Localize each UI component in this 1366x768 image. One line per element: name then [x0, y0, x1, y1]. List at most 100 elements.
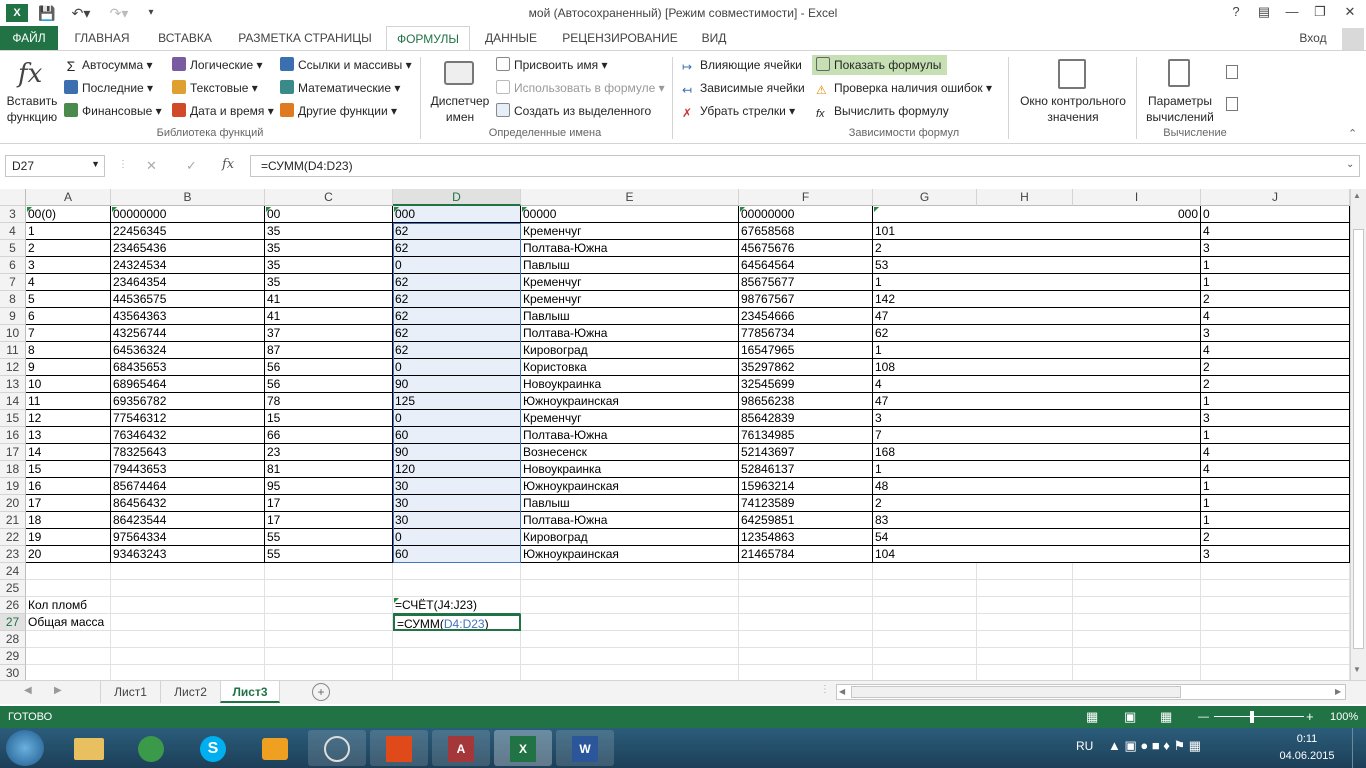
cell-b8[interactable]: 44536575 [111, 291, 265, 308]
cell-h30[interactable] [977, 665, 1073, 680]
ribbon-display-options-icon[interactable]: ▤ [1250, 2, 1278, 22]
cell-i8[interactable] [1073, 291, 1201, 308]
scroll-sheets-left-icon[interactable]: ◀ [24, 685, 32, 696]
row-header-13[interactable]: 13 [0, 376, 26, 393]
row-header-18[interactable]: 18 [0, 461, 26, 478]
cell-a12[interactable]: 9 [26, 359, 111, 376]
sheet-tab-3[interactable]: Лист3 [220, 681, 280, 703]
cell-d14[interactable]: 125 [393, 393, 521, 410]
cell-a4[interactable]: 1 [26, 223, 111, 240]
cell-c19[interactable]: 95 [265, 478, 393, 495]
cell-g26[interactable] [873, 597, 977, 614]
error-checking-button[interactable]: ⚠ Проверка наличия ошибок ▾ [816, 80, 992, 97]
cell-g6[interactable]: 53 [873, 257, 977, 274]
sheet-tab-1[interactable]: Лист1 [100, 681, 160, 703]
cell-h11[interactable] [977, 342, 1073, 359]
cell-j10[interactable]: 3 [1201, 325, 1350, 342]
tab-file[interactable]: ФАЙЛ [0, 26, 58, 50]
cell-d15[interactable]: 0 [393, 410, 521, 427]
cell-b18[interactable]: 79443653 [111, 461, 265, 478]
cell-b29[interactable] [111, 648, 265, 665]
cancel-icon[interactable]: ✕ [146, 158, 157, 174]
cell-c16[interactable]: 66 [265, 427, 393, 444]
zoom-slider[interactable] [1214, 716, 1304, 717]
cell-g23[interactable]: 104 [873, 546, 977, 563]
cell-b20[interactable]: 86456432 [111, 495, 265, 512]
cell-f14[interactable]: 98656238 [739, 393, 873, 410]
cell-h29[interactable] [977, 648, 1073, 665]
column-header-f[interactable]: F [739, 189, 873, 206]
cell-e22[interactable]: Кировоград [521, 529, 739, 546]
cell-f13[interactable]: 32545699 [739, 376, 873, 393]
row-header-11[interactable]: 11 [0, 342, 26, 359]
cell-c17[interactable]: 23 [265, 444, 393, 461]
app-icon[interactable] [308, 730, 366, 766]
tab-page-layout[interactable]: РАЗМЕТКА СТРАНИЦЫ [230, 26, 380, 50]
cell-f7[interactable]: 85675677 [739, 274, 873, 291]
cell-d30[interactable] [393, 665, 521, 680]
cell-j20[interactable]: 1 [1201, 495, 1350, 512]
cell-b9[interactable]: 43564363 [111, 308, 265, 325]
cell-h24[interactable] [977, 563, 1073, 580]
cell-h8[interactable] [977, 291, 1073, 308]
cell-e10[interactable]: Полтава-Южна [521, 325, 739, 342]
cell-e20[interactable]: Павлыш [521, 495, 739, 512]
cell-a5[interactable]: 2 [26, 240, 111, 257]
cell-e7[interactable]: Кременчуг [521, 274, 739, 291]
cell-a7[interactable]: 4 [26, 274, 111, 291]
cell-b19[interactable]: 85674464 [111, 478, 265, 495]
cell-a9[interactable]: 6 [26, 308, 111, 325]
cell-h22[interactable] [977, 529, 1073, 546]
zoom-level[interactable]: 100% [1330, 706, 1358, 728]
cell-i12[interactable] [1073, 359, 1201, 376]
clock-date[interactable]: 04.06.2015 [1276, 750, 1338, 762]
collapse-ribbon-icon[interactable]: ⌃ [1348, 127, 1357, 140]
cell-i28[interactable] [1073, 631, 1201, 648]
horizontal-scrollbar[interactable]: ◀ ▶ [836, 684, 1346, 700]
cell-b30[interactable] [111, 665, 265, 680]
cell-f12[interactable]: 35297862 [739, 359, 873, 376]
cell-h20[interactable] [977, 495, 1073, 512]
row-header-8[interactable]: 8 [0, 291, 26, 308]
cell-b6[interactable]: 24324534 [111, 257, 265, 274]
tab-insert[interactable]: ВСТАВКА [146, 26, 224, 50]
cell-c23[interactable]: 55 [265, 546, 393, 563]
cell-e4[interactable]: Кременчуг [521, 223, 739, 240]
cell-a23[interactable]: 20 [26, 546, 111, 563]
cell-h10[interactable] [977, 325, 1073, 342]
cell-a10[interactable]: 7 [26, 325, 111, 342]
cell-f19[interactable]: 15963214 [739, 478, 873, 495]
tab-formulas[interactable]: ФОРМУЛЫ [386, 26, 470, 51]
cell-a28[interactable] [26, 631, 111, 648]
cell-c15[interactable]: 15 [265, 410, 393, 427]
name-manager-button[interactable]: Диспетчер имен [428, 93, 492, 125]
cell-f8[interactable]: 98767567 [739, 291, 873, 308]
scroll-down-icon[interactable]: ▼ [1353, 665, 1361, 674]
cell-d18[interactable]: 120 [393, 461, 521, 478]
cell-b28[interactable] [111, 631, 265, 648]
cell-d9[interactable]: 62 [393, 308, 521, 325]
cell-b13[interactable]: 68965464 [111, 376, 265, 393]
cell-j14[interactable]: 1 [1201, 393, 1350, 410]
cell-e17[interactable]: Вознесенск [521, 444, 739, 461]
row-header-5[interactable]: 5 [0, 240, 26, 257]
cell-h6[interactable] [977, 257, 1073, 274]
cell-a29[interactable] [26, 648, 111, 665]
cell-i11[interactable] [1073, 342, 1201, 359]
cell-e16[interactable]: Полтава-Южна [521, 427, 739, 444]
cell-g14[interactable]: 47 [873, 393, 977, 410]
cell-i17[interactable] [1073, 444, 1201, 461]
cell-f9[interactable]: 23454666 [739, 308, 873, 325]
insert-function-fx-button[interactable]: fx [222, 157, 234, 172]
cell-d26[interactable]: =СЧЁТ(J4:J23) [393, 597, 521, 614]
cell-j13[interactable]: 2 [1201, 376, 1350, 393]
cell-f30[interactable] [739, 665, 873, 680]
cell-h21[interactable] [977, 512, 1073, 529]
cell-g12[interactable]: 108 [873, 359, 977, 376]
minimize-icon[interactable]: — [1278, 2, 1306, 22]
cell-h26[interactable] [977, 597, 1073, 614]
cell-f6[interactable]: 64564564 [739, 257, 873, 274]
zoom-out-icon[interactable]: — [1198, 706, 1209, 728]
cell-b15[interactable]: 77546312 [111, 410, 265, 427]
cell-e18[interactable]: Новоукраинка [521, 461, 739, 478]
